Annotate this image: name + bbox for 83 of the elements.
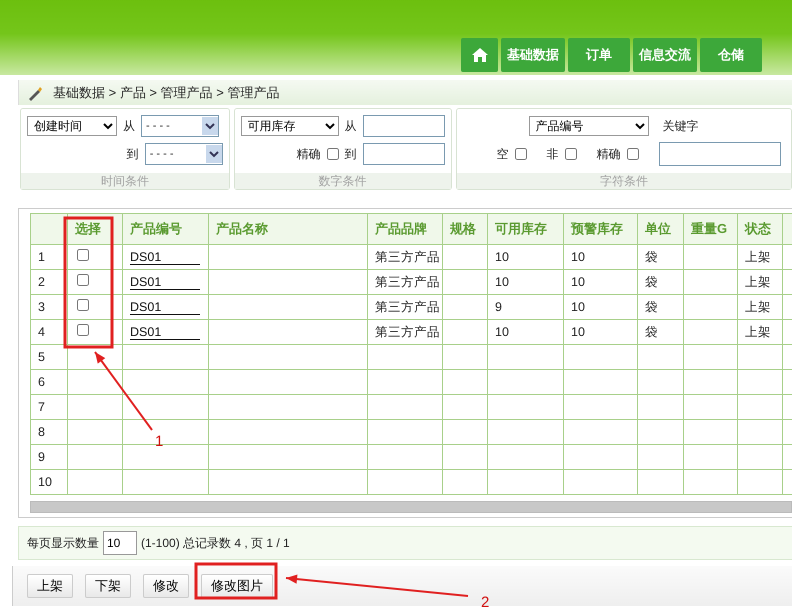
table-cell: 上架 <box>738 270 782 294</box>
row-number: 3 <box>30 294 68 320</box>
table-cell: 上架 <box>738 320 782 344</box>
pencil-icon <box>27 84 43 100</box>
table-cell: 袋 <box>638 294 684 320</box>
panel-caption: 数字条件 <box>234 173 451 189</box>
table-cell: 第三方产品 <box>368 320 442 344</box>
checkbox[interactable] <box>326 148 339 160</box>
table-cell: 上架 <box>738 244 782 270</box>
checkbox[interactable] <box>77 274 89 286</box>
row-number: 4 <box>30 320 68 344</box>
dropdown[interactable]: 产品编号 <box>528 116 649 136</box>
annotation-number: 1 <box>155 433 164 450</box>
table-cell: 袋 <box>638 244 684 270</box>
table-cell: 9 <box>488 294 564 320</box>
column-header: 单位 <box>638 214 684 244</box>
action-button[interactable]: 修改图片 <box>201 574 273 598</box>
action-button[interactable]: 上架 <box>27 574 73 598</box>
row-number: 1 <box>30 244 68 270</box>
table-cell: 上架 <box>738 294 782 320</box>
checkbox[interactable] <box>514 148 527 160</box>
row-number: 10 <box>30 470 68 494</box>
column-header: 产品名称 <box>208 214 368 244</box>
table-cell: 10 <box>488 270 564 294</box>
row-number: 5 <box>30 344 68 370</box>
label: 空 <box>496 146 509 163</box>
label: 到 <box>344 146 357 163</box>
page-size-field[interactable]: 10 <box>103 531 137 555</box>
row-number: 9 <box>30 444 68 470</box>
table-cell: 10 <box>564 244 638 270</box>
input-field[interactable] <box>362 143 445 165</box>
action-button[interactable]: 修改 <box>143 574 189 598</box>
column-header: 产品编号 <box>122 214 208 244</box>
table-cell: 10 <box>564 270 638 294</box>
label: 从 <box>123 118 135 135</box>
column-header: 产品品牌 <box>368 214 442 244</box>
table-cell: 10 <box>564 294 638 320</box>
row-number: 6 <box>30 370 68 394</box>
table-cell: 袋 <box>638 320 684 344</box>
label: 精确 <box>296 146 321 163</box>
page-size-label: 每页显示数量 <box>27 535 99 552</box>
table-cell: 第三方产品 <box>368 294 442 320</box>
panel-caption: 时间条件 <box>21 173 229 189</box>
column-header: 规格 <box>442 214 488 244</box>
column-header: 状态 <box>738 214 782 244</box>
panel-caption: 字符条件 <box>456 173 791 189</box>
annotation-number: 2 <box>481 594 490 611</box>
horizontal-scrollbar[interactable] <box>30 501 792 513</box>
column-header: 预警库存 <box>564 214 638 244</box>
caret-icon <box>206 145 222 163</box>
checkbox[interactable] <box>564 148 577 160</box>
checkbox[interactable] <box>77 298 89 311</box>
record-info: (1-100) 总记录数 4 , 页 1 / 1 <box>141 535 290 552</box>
dropdown[interactable]: 可用库存 <box>240 116 339 136</box>
home-icon <box>470 47 488 63</box>
column-header: 重量G <box>684 214 738 244</box>
checkbox[interactable] <box>77 324 89 336</box>
row-number: 8 <box>30 420 68 444</box>
checkbox[interactable] <box>77 248 89 261</box>
column-header: 可用库存 <box>488 214 564 244</box>
table-cell: 第三方产品 <box>368 270 442 294</box>
label: 从 <box>344 118 357 135</box>
breadcrumb: 基础数据 > 产品 > 管理产品 > 管理产品 <box>53 84 280 102</box>
action-button[interactable]: 下架 <box>85 574 131 598</box>
input-field[interactable] <box>658 142 781 166</box>
table-cell: 10 <box>488 320 564 344</box>
table-cell: 10 <box>488 244 564 270</box>
row-number: 2 <box>30 270 68 294</box>
home-button[interactable] <box>461 38 498 72</box>
dropdown[interactable]: - - - - <box>141 115 219 137</box>
input-field[interactable] <box>362 115 445 137</box>
row-number: 7 <box>30 394 68 420</box>
label: 到 <box>126 146 139 163</box>
label: 关键字 <box>662 118 699 135</box>
table-cell: 袋 <box>638 270 684 294</box>
dropdown[interactable]: 创建时间 <box>27 116 117 136</box>
label: 精确 <box>596 146 621 163</box>
checkbox[interactable] <box>626 148 639 160</box>
table-cell: 第三方产品 <box>368 244 442 270</box>
label: 非 <box>546 146 559 163</box>
dropdown[interactable]: - - - - <box>144 143 223 165</box>
caret-icon <box>202 117 218 135</box>
table-cell: 10 <box>564 320 638 344</box>
